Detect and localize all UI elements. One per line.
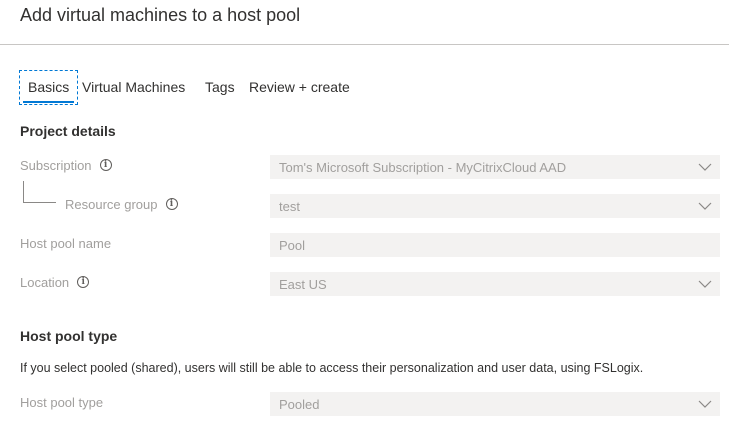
subscription-dropdown[interactable]: Tom's Microsoft Subscription - MyCitrixC… bbox=[270, 155, 720, 179]
tree-connector bbox=[23, 181, 56, 203]
tab-basics[interactable]: Basics bbox=[18, 70, 79, 105]
resource-group-dropdown[interactable]: test bbox=[270, 194, 720, 218]
location-dropdown[interactable]: East US bbox=[270, 272, 720, 296]
chevron-down-icon bbox=[698, 202, 712, 210]
host-pool-name-label-text: Host pool name bbox=[20, 235, 112, 251]
section-heading-project-details: Project details bbox=[20, 123, 116, 139]
host-pool-name-label: Host pool name bbox=[20, 233, 111, 253]
host-pool-type-description: If you select pooled (shared), users wil… bbox=[20, 361, 644, 375]
chevron-down-icon bbox=[698, 163, 712, 171]
info-icon[interactable]: i bbox=[77, 276, 90, 288]
host-pool-type-label: Host pool type bbox=[20, 392, 103, 412]
info-icon[interactable]: i bbox=[165, 198, 178, 210]
resource-group-value: test bbox=[279, 198, 300, 214]
subscription-label-text: Subscription bbox=[20, 157, 92, 173]
host-pool-type-label-text: Host pool type bbox=[20, 394, 104, 410]
host-pool-type-dropdown[interactable]: Pooled bbox=[270, 392, 720, 416]
tab-review-create[interactable]: Review + create bbox=[249, 71, 350, 104]
chevron-down-icon bbox=[698, 400, 712, 408]
tab-tags[interactable]: Tags bbox=[205, 71, 235, 104]
resource-group-label-text: Resource group bbox=[65, 196, 158, 212]
host-pool-name-input[interactable]: Pool bbox=[270, 233, 720, 257]
location-label-text: Location bbox=[20, 274, 70, 290]
blade-header: Add virtual machines to a host pool bbox=[0, 0, 729, 45]
chevron-down-icon bbox=[698, 280, 712, 288]
page-title: Add virtual machines to a host pool bbox=[20, 5, 301, 25]
tab-virtual-machines[interactable]: Virtual Machines bbox=[82, 71, 185, 104]
host-pool-name-value: Pool bbox=[279, 237, 306, 253]
subscription-value: Tom's Microsoft Subscription - MyCitrixC… bbox=[279, 159, 567, 175]
location-value: East US bbox=[279, 276, 327, 292]
active-tab-indicator bbox=[23, 101, 75, 103]
info-icon[interactable]: i bbox=[99, 159, 112, 171]
tab-label: Basics bbox=[28, 79, 70, 95]
resource-group-label: Resource group i bbox=[65, 194, 178, 214]
location-label: Location i bbox=[20, 272, 90, 292]
section-heading-host-pool-type: Host pool type bbox=[20, 328, 118, 344]
page: Add virtual machines to a host pool Basi… bbox=[0, 0, 729, 422]
subscription-label: Subscription i bbox=[20, 155, 112, 175]
host-pool-type-value: Pooled bbox=[279, 396, 320, 412]
